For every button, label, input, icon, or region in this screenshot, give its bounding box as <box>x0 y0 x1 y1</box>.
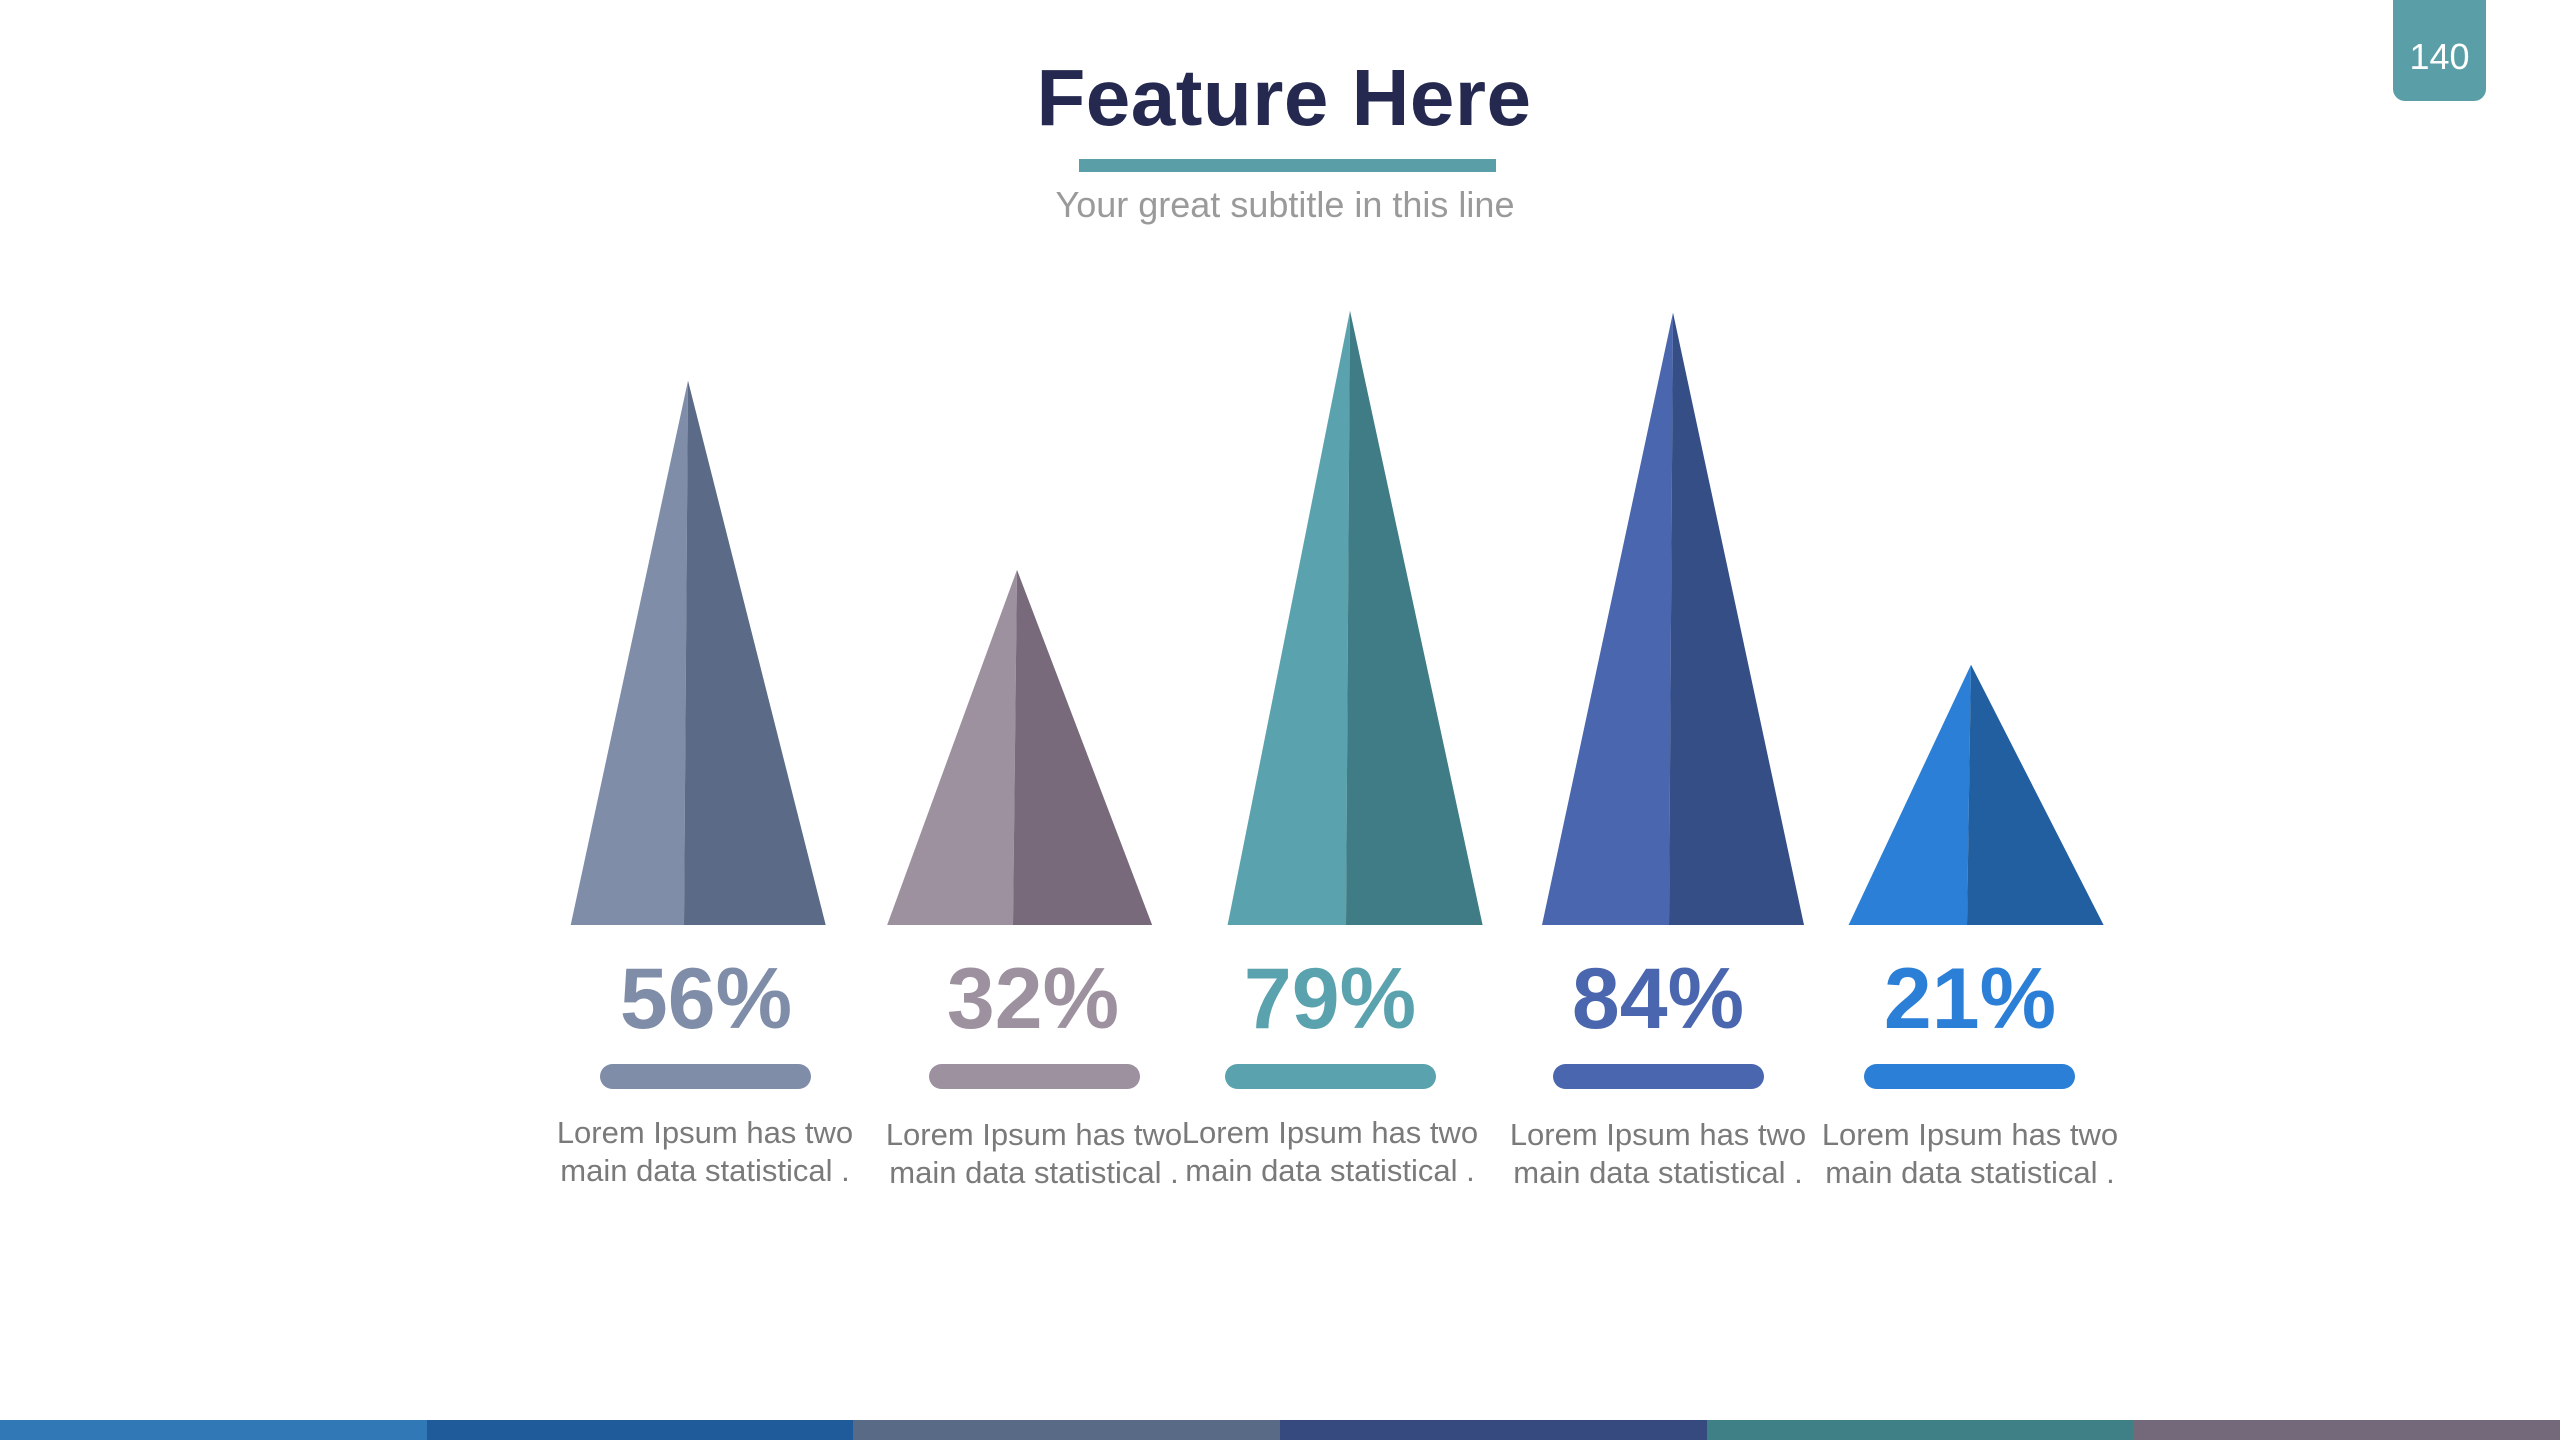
pyramid-face-light <box>570 380 688 925</box>
description-4: Lorem Ipsum has two main data statistica… <box>1509 1117 1807 1190</box>
description-3: Lorem Ipsum has two main data statistica… <box>1181 1115 1479 1188</box>
value-label-4: 84% <box>1571 951 1745 1047</box>
value-label-1: 56% <box>619 951 793 1047</box>
value-underline-pill-2 <box>929 1064 1140 1089</box>
pyramid-bar-2 <box>887 569 1153 925</box>
bottom-color-bar <box>0 1420 2560 1440</box>
pyramid-face-dark <box>684 380 826 925</box>
pyramid-bar-1 <box>570 380 826 925</box>
bottom-bar-segment-1 <box>0 1420 427 1440</box>
pyramid-bar-3 <box>1227 310 1483 925</box>
pyramid-bar-4 <box>1542 312 1804 925</box>
value-underline-pill-4 <box>1553 1064 1764 1089</box>
pyramid-face-dark <box>1967 664 2104 925</box>
pyramid-face-light <box>1542 312 1673 925</box>
description-1: Lorem Ipsum has two main data statistica… <box>556 1115 854 1188</box>
pyramid-face-light <box>887 569 1017 925</box>
pyramid-face-dark <box>1669 312 1804 925</box>
value-underline-pill-5 <box>1864 1064 2075 1089</box>
pyramid-bar-5 <box>1848 664 2104 925</box>
value-underline-pill-1 <box>600 1064 811 1089</box>
pyramid-face-dark <box>1013 569 1153 925</box>
pyramid-face-dark <box>1346 310 1483 925</box>
description-2: Lorem Ipsum has two main data statistica… <box>885 1117 1183 1190</box>
value-label-2: 32% <box>946 951 1120 1047</box>
bottom-bar-segment-4 <box>1280 1420 1707 1440</box>
bottom-bar-segment-5 <box>1706 1420 2134 1440</box>
value-underline-pill-3 <box>1225 1064 1436 1089</box>
pyramid-face-light <box>1227 310 1350 925</box>
bottom-bar-segment-3 <box>853 1420 1281 1440</box>
value-label-3: 79% <box>1243 951 1417 1047</box>
pyramid-chart <box>570 310 2104 925</box>
slide: 140 Feature Here Your great subtitle in … <box>0 0 2560 1440</box>
pyramid-face-light <box>1848 664 1971 925</box>
description-5: Lorem Ipsum has two main data statistica… <box>1821 1117 2119 1190</box>
bottom-bar-segment-2 <box>426 1420 854 1440</box>
value-label-5: 21% <box>1883 951 2057 1047</box>
bottom-bar-segment-6 <box>2133 1420 2560 1440</box>
